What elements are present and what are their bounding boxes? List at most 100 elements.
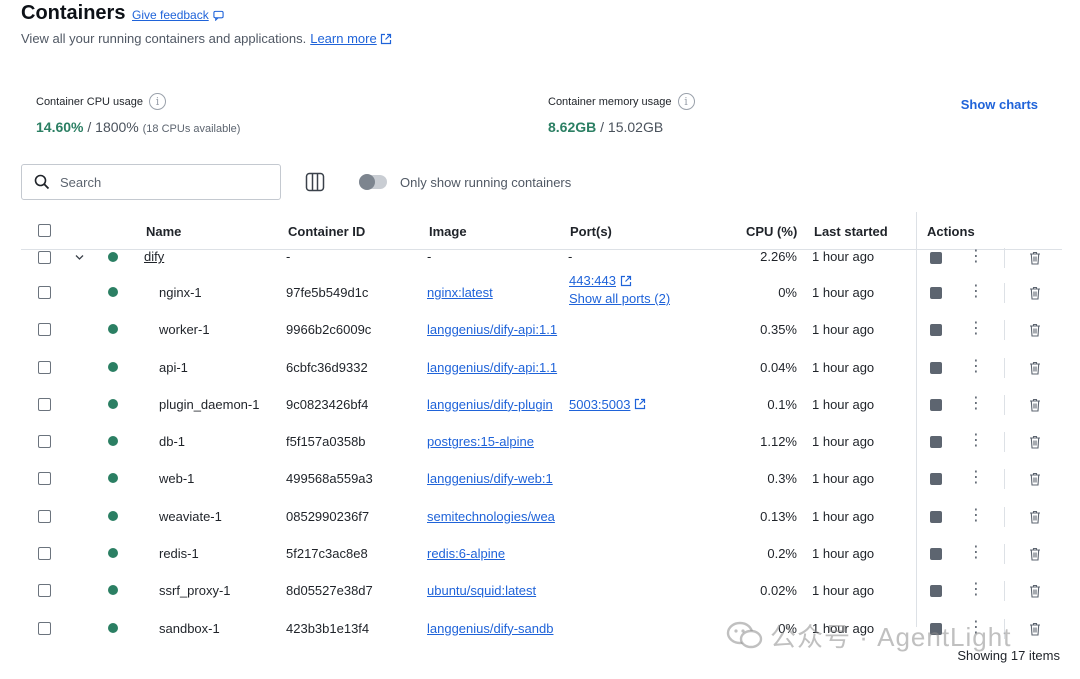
table-row[interactable]: web-1 499568a559a3 langgenius/dify-web:1 0.…	[21, 460, 1062, 497]
give-feedback-label: Give feedback	[132, 8, 209, 22]
more-options-icon[interactable]: ⋮	[968, 433, 984, 449]
table-row[interactable]: plugin_daemon-1 9c0823426bf4 langgenius/di…	[21, 386, 1062, 423]
more-options-icon[interactable]: ⋮	[968, 470, 984, 486]
more-options-icon[interactable]: ⋮	[968, 545, 984, 561]
image-link[interactable]: semitechnologies/wea	[427, 509, 562, 524]
columns-icon[interactable]	[305, 172, 325, 192]
trash-icon[interactable]	[1029, 584, 1041, 598]
running-only-toggle[interactable]	[359, 174, 387, 190]
row-checkbox[interactable]	[38, 621, 51, 635]
table-row[interactable]: worker-1 9966b2c6009c langgenius/dify-api:…	[21, 311, 1062, 348]
image-link[interactable]: ubuntu/squid:latest	[427, 583, 562, 598]
stop-icon[interactable]	[930, 436, 942, 449]
search-input[interactable]	[60, 174, 260, 190]
chevron-down-icon[interactable]	[75, 254, 84, 261]
group-row-dify[interactable]: dify - - - 2.26% 1 hour ago ⋮	[21, 248, 1062, 274]
info-icon[interactable]: i	[149, 93, 167, 110]
image-link[interactable]: langgenius/dify-sandb	[427, 621, 562, 636]
image-link[interactable]: langgenius/dify-api:1.1	[427, 360, 562, 375]
trash-icon[interactable]	[1029, 286, 1041, 300]
table-row[interactable]: nginx-1 97fe5b549d1c nginx:latest 443:443 Sh…	[21, 273, 1062, 311]
trash-icon[interactable]	[1029, 547, 1041, 561]
stop-icon[interactable]	[930, 287, 942, 299]
more-options-icon[interactable]: ⋮	[968, 395, 984, 412]
stop-icon[interactable]	[930, 473, 942, 486]
row-checkbox[interactable]	[38, 435, 51, 449]
container-name[interactable]: redis-1	[159, 546, 199, 561]
container-rows: nginx-1 97fe5b549d1c nginx:latest 443:443 Sh…	[21, 273, 1062, 647]
search-box[interactable]	[21, 164, 281, 200]
group-cpu: 2.26%	[760, 249, 797, 264]
header-cpu[interactable]: CPU (%)	[746, 224, 797, 239]
row-checkbox[interactable]	[38, 397, 51, 411]
image-link[interactable]: langgenius/dify-web:1	[427, 471, 562, 486]
more-options-icon[interactable]: ⋮	[968, 284, 984, 300]
trash-icon[interactable]	[1029, 510, 1041, 524]
show-all-ports-link[interactable]: Show all ports (2)	[569, 291, 670, 306]
stop-icon[interactable]	[930, 361, 942, 374]
image-link[interactable]: nginx:latest	[427, 285, 562, 300]
container-name[interactable]: api-1	[159, 360, 188, 375]
image-link[interactable]: langgenius/dify-plugin	[427, 397, 562, 412]
port-link[interactable]: 5003:5003	[569, 397, 646, 412]
header-last-started[interactable]: Last started	[814, 224, 888, 239]
container-name[interactable]: sandbox-1	[159, 621, 220, 636]
header-container-id[interactable]: Container ID	[288, 224, 365, 239]
container-name[interactable]: web-1	[159, 471, 194, 486]
more-options-icon[interactable]: ⋮	[968, 582, 984, 598]
table-row[interactable]: redis-1 5f217c3ac8e8 redis:6-alpine 0.2% 1 h…	[21, 535, 1062, 572]
stop-icon[interactable]	[930, 548, 942, 561]
more-options-icon[interactable]: ⋮	[968, 249, 984, 265]
trash-icon[interactable]	[1029, 472, 1041, 487]
trash-icon[interactable]	[1029, 323, 1041, 337]
stop-icon[interactable]	[930, 510, 942, 523]
learn-more-link[interactable]: Learn more	[310, 31, 391, 46]
row-checkbox[interactable]	[38, 584, 51, 598]
show-charts-button[interactable]: Show charts	[961, 97, 1038, 112]
stop-icon[interactable]	[930, 252, 942, 264]
row-checkbox[interactable]	[38, 360, 51, 374]
image-link[interactable]: redis:6-alpine	[427, 546, 562, 561]
table-row[interactable]: weaviate-1 0852990236f7 semitechnologies/w…	[21, 498, 1062, 535]
stop-icon[interactable]	[930, 398, 942, 411]
page-title: Containers	[21, 2, 126, 24]
row-checkbox[interactable]	[38, 472, 51, 486]
image-link[interactable]: langgenius/dify-api:1.1	[427, 322, 562, 337]
row-checkbox[interactable]	[38, 323, 51, 337]
page-subtitle: View all your running containers and app…	[21, 31, 392, 46]
header-ports[interactable]: Port(s)	[570, 224, 612, 239]
give-feedback-link[interactable]: Give feedback	[132, 8, 224, 22]
stop-icon[interactable]	[930, 585, 942, 598]
header-image[interactable]: Image	[429, 224, 467, 239]
row-checkbox[interactable]	[38, 286, 51, 299]
table-row[interactable]: ssrf_proxy-1 8d05527e38d7 ubuntu/squid:lat…	[21, 572, 1062, 609]
container-name[interactable]: db-1	[159, 434, 185, 449]
group-last-started: 1 hour ago	[812, 249, 875, 264]
trash-icon[interactable]	[1029, 251, 1041, 265]
group-name[interactable]: dify	[144, 249, 164, 264]
container-name[interactable]: ssrf_proxy-1	[159, 583, 231, 598]
trash-icon[interactable]	[1029, 622, 1041, 636]
table-row[interactable]: api-1 6cbfc36d9332 langgenius/dify-api:1.1…	[21, 349, 1062, 386]
info-icon[interactable]: i	[677, 93, 695, 110]
more-options-icon[interactable]: ⋮	[968, 321, 984, 337]
row-checkbox[interactable]	[38, 509, 51, 523]
row-checkbox[interactable]	[38, 251, 51, 264]
trash-icon[interactable]	[1029, 361, 1041, 375]
table-row[interactable]: db-1 f5f157a0358b postgres:15-alpine 1.12% 1…	[21, 423, 1062, 460]
container-name[interactable]: weaviate-1	[159, 509, 222, 524]
select-all-checkbox[interactable]	[38, 224, 51, 237]
stop-icon[interactable]	[930, 324, 942, 337]
container-name[interactable]: worker-1	[159, 322, 210, 337]
more-options-icon[interactable]: ⋮	[968, 358, 984, 375]
row-checkbox[interactable]	[38, 547, 51, 561]
trash-icon[interactable]	[1029, 398, 1041, 412]
memory-used-value: 8.62GB	[548, 119, 597, 135]
port-link[interactable]: 443:443	[569, 273, 632, 288]
more-options-icon[interactable]: ⋮	[968, 507, 984, 524]
trash-icon[interactable]	[1029, 435, 1041, 449]
header-name[interactable]: Name	[146, 224, 181, 239]
container-name[interactable]: nginx-1	[159, 285, 202, 300]
container-name[interactable]: plugin_daemon-1	[159, 397, 259, 412]
image-link[interactable]: postgres:15-alpine	[427, 434, 562, 449]
